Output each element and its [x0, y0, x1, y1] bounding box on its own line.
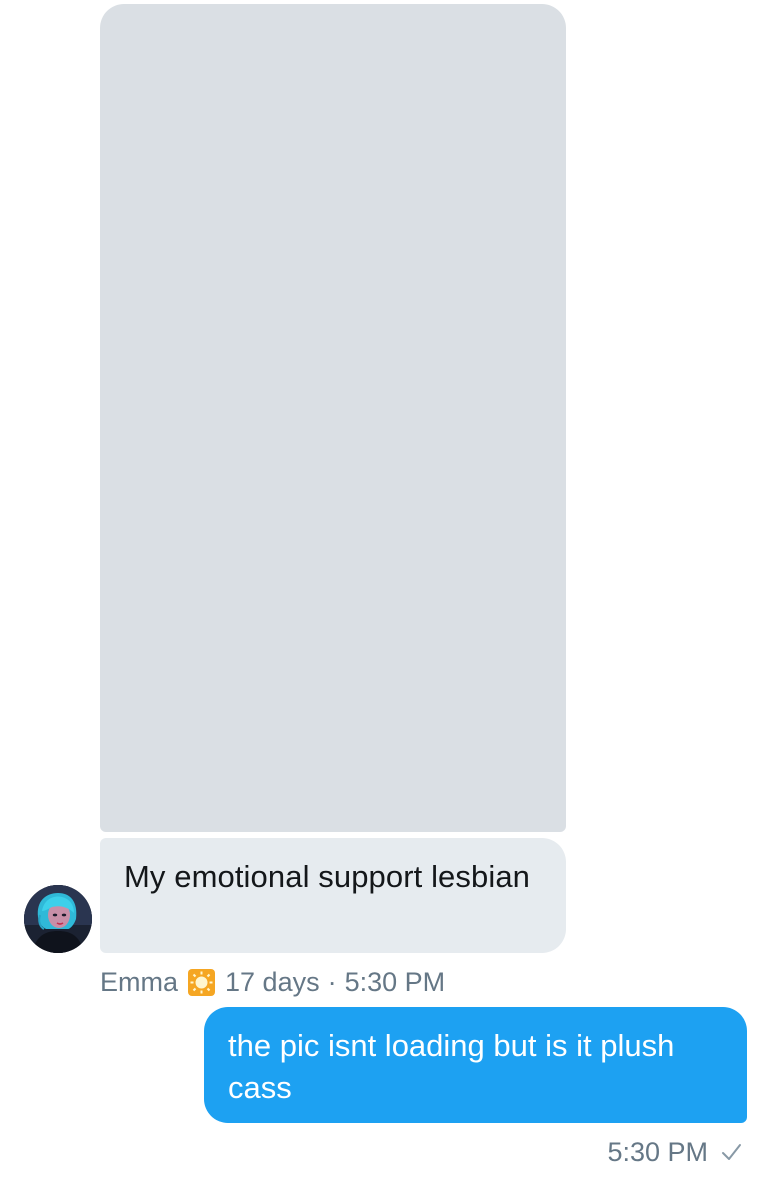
sent-message-text: the pic isnt loading but is it plush cas…	[228, 1028, 675, 1105]
sent-message-time: 5:30 PM	[607, 1136, 708, 1167]
dm-thread: My emotional support lesbian Emma 17 day…	[0, 0, 770, 1200]
meta-separator: ·	[327, 966, 337, 997]
sent-message-bubble[interactable]: the pic isnt loading but is it plush cas…	[204, 1007, 747, 1123]
received-message-bubble[interactable]: My emotional support lesbian	[100, 838, 566, 953]
avatar-image	[24, 885, 92, 953]
avatar[interactable]	[24, 885, 92, 953]
sent-message-meta: 5:30 PM	[607, 1132, 742, 1172]
received-message-text: My emotional support lesbian	[124, 859, 531, 894]
media-placeholder[interactable]	[100, 4, 566, 832]
check-icon	[722, 1144, 741, 1160]
sender-name[interactable]: Emma	[100, 967, 178, 998]
message-age: 17 days	[225, 966, 320, 997]
sun-emoji-icon	[188, 968, 216, 996]
received-message-meta: Emma 17 days · 5:30 PM	[100, 962, 445, 1002]
received-message-time: 5:30 PM	[344, 966, 446, 997]
